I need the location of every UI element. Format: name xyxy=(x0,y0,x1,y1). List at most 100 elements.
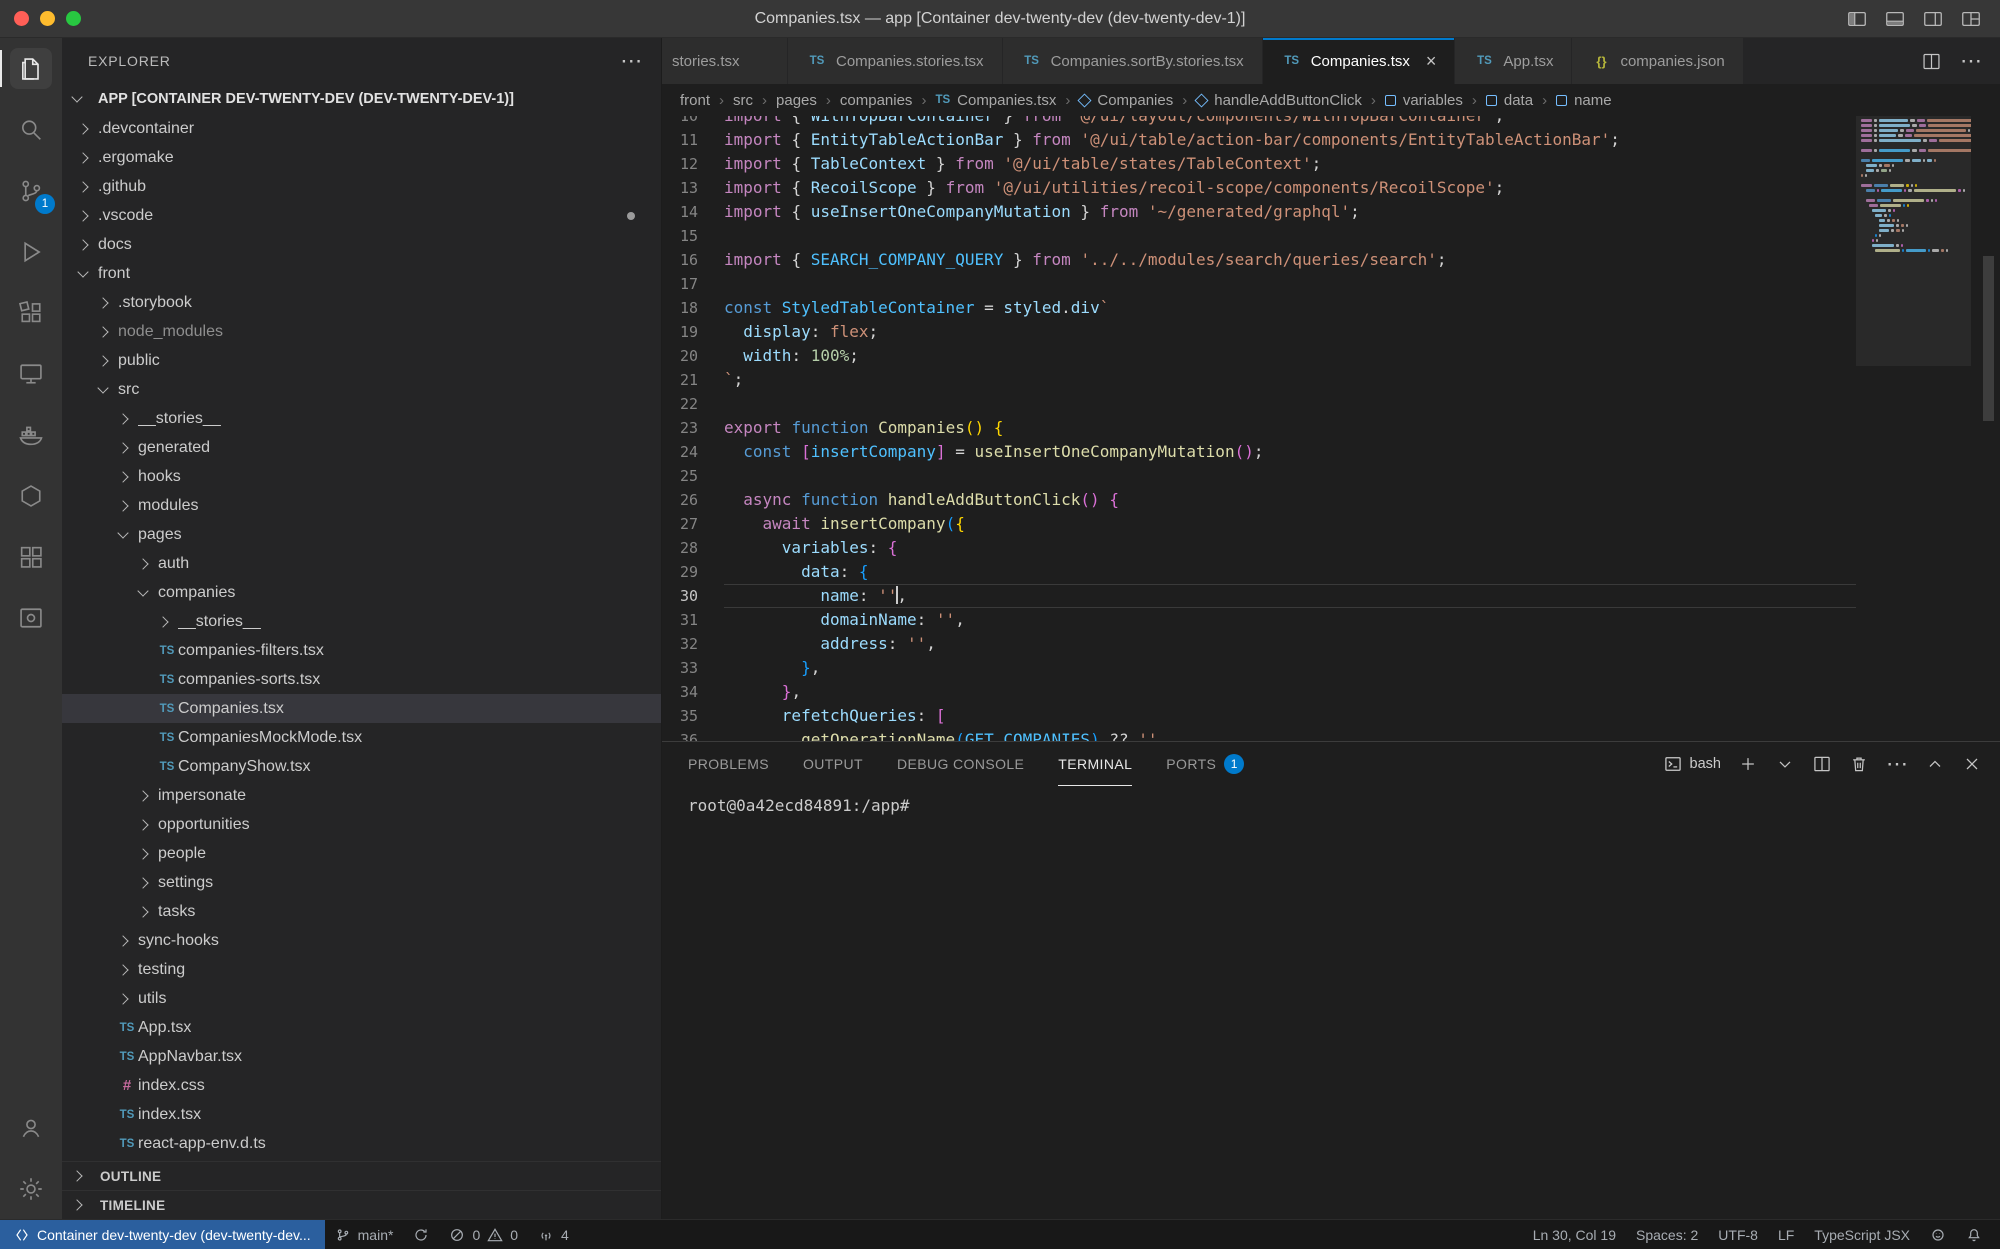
tree-item-testing[interactable]: testing xyxy=(62,955,661,984)
notifications-status[interactable] xyxy=(1956,1220,1992,1249)
kill-terminal-icon[interactable] xyxy=(1849,754,1869,774)
tree-item-companies[interactable]: companies xyxy=(62,578,661,607)
close-window-button[interactable] xyxy=(14,11,29,26)
tree-item-pages[interactable]: pages xyxy=(62,520,661,549)
tree-item-companies-sorts-tsx[interactable]: companies-sorts.tsx xyxy=(62,665,661,694)
git-branch-status[interactable]: main* xyxy=(325,1220,404,1249)
panel-tab-problems[interactable]: PROBLEMS xyxy=(688,742,769,786)
tree-item-settings[interactable]: settings xyxy=(62,868,661,897)
tree-item-companies-filters-tsx[interactable]: companies-filters.tsx xyxy=(62,636,661,665)
tree-item-app-tsx[interactable]: App.tsx xyxy=(62,1013,661,1042)
sync-changes[interactable] xyxy=(403,1220,439,1249)
tab-stories-tsx[interactable]: stories.tsx xyxy=(662,38,788,84)
code-editor[interactable]: 10import { WithTopBarContainer } from '@… xyxy=(662,116,1856,741)
split-editor-icon[interactable] xyxy=(1921,51,1942,72)
encoding-status[interactable]: UTF-8 xyxy=(1708,1220,1768,1249)
tree-item-index-tsx[interactable]: index.tsx xyxy=(62,1100,661,1129)
tree-item-hooks[interactable]: hooks xyxy=(62,462,661,491)
more-actions-icon[interactable] xyxy=(620,56,643,66)
tree-item-people[interactable]: people xyxy=(62,839,661,868)
breadcrumb-item-pages[interactable]: pages xyxy=(776,92,817,109)
tree-item-front[interactable]: front xyxy=(62,259,661,288)
activity-grid[interactable] xyxy=(0,526,62,587)
explorer-section-header[interactable]: APP [CONTAINER DEV-TWENTY-DEV (DEV-TWENT… xyxy=(62,84,661,114)
tree-item-tasks[interactable]: tasks xyxy=(62,897,661,926)
scrollbar-thumb[interactable] xyxy=(1983,256,1994,421)
minimap[interactable] xyxy=(1856,116,1971,741)
problems-status[interactable]: 0 0 xyxy=(439,1220,528,1249)
tree-item-storybook[interactable]: .storybook xyxy=(62,288,661,317)
tab-app-tsx[interactable]: App.tsx xyxy=(1455,38,1572,84)
indentation-status[interactable]: Spaces: 2 xyxy=(1626,1220,1708,1249)
tree-item-companies-tsx[interactable]: Companies.tsx xyxy=(62,694,661,723)
breadcrumb-item-companies[interactable]: Companies xyxy=(1079,92,1173,109)
tree-item-src[interactable]: src xyxy=(62,375,661,404)
activity-docker[interactable] xyxy=(0,404,62,465)
zoom-window-button[interactable] xyxy=(66,11,81,26)
toggle-primary-sidebar-icon[interactable] xyxy=(1846,8,1868,30)
minimize-window-button[interactable] xyxy=(40,11,55,26)
close-panel-icon[interactable] xyxy=(1962,754,1982,774)
tree-item-companiesmockmode-tsx[interactable]: CompaniesMockMode.tsx xyxy=(62,723,661,752)
breadcrumb-item-front[interactable]: front xyxy=(680,92,710,109)
panel-tab-debug-console[interactable]: DEBUG CONSOLE xyxy=(897,742,1024,786)
tree-item-companyshow-tsx[interactable]: CompanyShow.tsx xyxy=(62,752,661,781)
terminal-view[interactable]: root@0a42ecd84891:/app# xyxy=(662,786,2000,1219)
breadcrumb-item-src[interactable]: src xyxy=(733,92,753,109)
tree-item-modules[interactable]: modules xyxy=(62,491,661,520)
activity-accounts[interactable] xyxy=(0,1097,62,1158)
tree-item-github[interactable]: .github xyxy=(62,172,661,201)
tree-item-impersonate[interactable]: impersonate xyxy=(62,781,661,810)
terminal-dropdown-icon[interactable] xyxy=(1775,754,1795,774)
tree-item-stories[interactable]: __stories__ xyxy=(62,607,661,636)
editor-scrollbar[interactable] xyxy=(1971,116,2000,741)
activity-settings[interactable] xyxy=(0,1158,62,1219)
breadcrumb-item-companies-tsx[interactable]: Companies.tsx xyxy=(935,92,1056,109)
more-actions-icon[interactable] xyxy=(1960,56,1982,66)
breadcrumb-item-handleaddbuttonclick[interactable]: handleAddButtonClick xyxy=(1196,92,1362,109)
eol-status[interactable]: LF xyxy=(1768,1220,1804,1249)
panel-tab-terminal[interactable]: TERMINAL xyxy=(1058,742,1132,786)
tree-item-react-app-env-d-ts[interactable]: react-app-env.d.ts xyxy=(62,1129,661,1158)
more-actions-icon[interactable] xyxy=(1886,759,1908,769)
feedback-status[interactable] xyxy=(1920,1220,1956,1249)
activity-extensions[interactable] xyxy=(0,282,62,343)
tree-item-sync-hooks[interactable]: sync-hooks xyxy=(62,926,661,955)
tab-companies-tsx[interactable]: Companies.tsx xyxy=(1263,38,1456,84)
toggle-panel-icon[interactable] xyxy=(1884,8,1906,30)
tree-item-utils[interactable]: utils xyxy=(62,984,661,1013)
activity-preview[interactable] xyxy=(0,587,62,648)
tab-companies-stories-tsx[interactable]: Companies.stories.tsx xyxy=(788,38,1003,84)
tree-item-auth[interactable]: auth xyxy=(62,549,661,578)
cursor-position-status[interactable]: Ln 30, Col 19 xyxy=(1523,1220,1626,1249)
tree-item-generated[interactable]: generated xyxy=(62,433,661,462)
tree-item-stories[interactable]: __stories__ xyxy=(62,404,661,433)
terminal-shell-selector[interactable]: bash xyxy=(1663,754,1721,774)
panel-tab-output[interactable]: OUTPUT xyxy=(803,742,863,786)
outline-section-header[interactable]: OUTLINE xyxy=(62,1161,661,1190)
customize-layout-icon[interactable] xyxy=(1960,8,1982,30)
breadcrumb-item-companies[interactable]: companies xyxy=(840,92,913,109)
activity-remote-explorer[interactable] xyxy=(0,343,62,404)
split-terminal-icon[interactable] xyxy=(1812,754,1832,774)
maximize-panel-icon[interactable] xyxy=(1925,754,1945,774)
tree-item-vscode[interactable]: .vscode xyxy=(62,201,661,230)
close-tab-icon[interactable] xyxy=(1426,52,1437,70)
tree-item-devcontainer[interactable]: .devcontainer xyxy=(62,114,661,143)
activity-source-control[interactable]: 1 xyxy=(0,160,62,221)
breadcrumb-item-variables[interactable]: variables xyxy=(1385,92,1463,109)
tab-companies-json[interactable]: companies.json xyxy=(1572,38,1743,84)
language-mode-status[interactable]: TypeScript JSX xyxy=(1804,1220,1920,1249)
tree-item-ergomake[interactable]: .ergomake xyxy=(62,143,661,172)
new-terminal-icon[interactable] xyxy=(1738,754,1758,774)
timeline-section-header[interactable]: TIMELINE xyxy=(62,1190,661,1219)
tree-item-opportunities[interactable]: opportunities xyxy=(62,810,661,839)
activity-search[interactable] xyxy=(0,99,62,160)
tree-item-node-modules[interactable]: node_modules xyxy=(62,317,661,346)
tree-item-docs[interactable]: docs xyxy=(62,230,661,259)
tree-item-public[interactable]: public xyxy=(62,346,661,375)
toggle-secondary-sidebar-icon[interactable] xyxy=(1922,8,1944,30)
activity-explorer[interactable] xyxy=(0,38,62,99)
breadcrumb-item-name[interactable]: name xyxy=(1556,92,1612,109)
tree-item-index-css[interactable]: index.css xyxy=(62,1071,661,1100)
